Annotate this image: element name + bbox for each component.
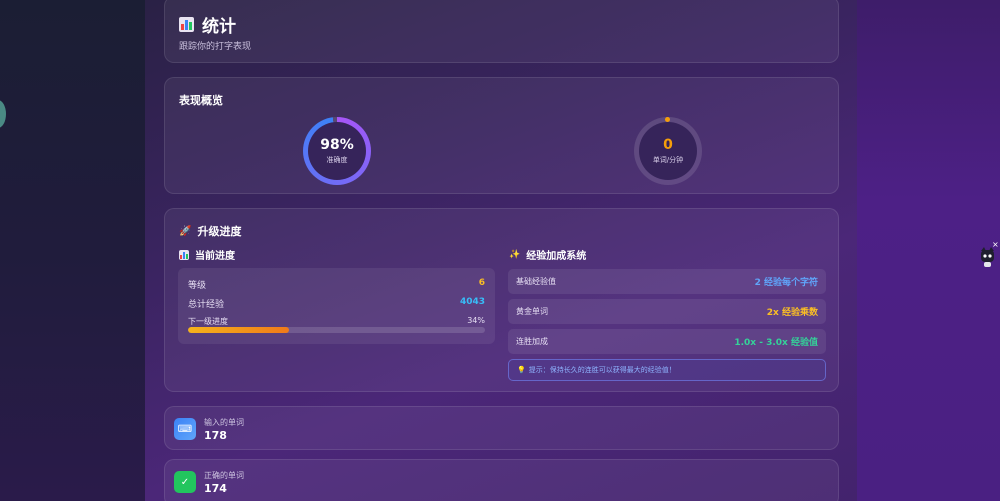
rocket-icon: 🚀 bbox=[179, 225, 192, 237]
words-typed-label: 输入的单词 bbox=[204, 418, 244, 427]
checkmark-icon: ✓ bbox=[174, 471, 196, 493]
xp-bonus-value: 2 经验每个字符 bbox=[754, 278, 818, 288]
accuracy-label: 准确度 bbox=[326, 155, 348, 164]
page-title: 统计 bbox=[179, 12, 236, 37]
page-subtitle: 跟踪你的打字表现 bbox=[179, 42, 252, 52]
words-typed-card: ⌨ 输入的单词 178 bbox=[164, 406, 839, 450]
total-xp-row: 总计经验 4043 bbox=[188, 297, 485, 310]
next-level-progress-fill bbox=[188, 327, 289, 333]
level-progress-title: 🚀 升级进度 bbox=[179, 223, 241, 239]
xp-bonus-label: 基础经验值 bbox=[516, 277, 556, 286]
performance-overview-card: 表现概览 98% 准确度 0 单词/分钟 bbox=[164, 77, 839, 194]
xp-bonus-value: 1.0x - 3.0x 经验值 bbox=[734, 338, 818, 348]
xp-tip: 💡 提示：保持长久的连胜可以获得最大的经验值！ bbox=[508, 359, 826, 381]
xp-bonus-row: 基础经验值 2 经验每个字符 bbox=[508, 269, 826, 294]
stats-header-card: 统计 跟踪你的打字表现 bbox=[164, 0, 839, 63]
wpm-ring: 0 单词/分钟 bbox=[634, 117, 702, 185]
next-level-percent: 34% bbox=[467, 316, 485, 325]
accuracy-value: 98% bbox=[320, 136, 354, 153]
page-title-text: 统计 bbox=[202, 17, 236, 37]
sparkle-icon: ✨ bbox=[509, 249, 521, 260]
bar-chart-icon bbox=[179, 17, 194, 32]
level-value: 6 bbox=[478, 278, 485, 288]
current-progress-box: 等级 6 总计经验 4043 下一级进度 34% bbox=[178, 268, 495, 344]
total-xp-label: 总计经验 bbox=[188, 300, 225, 310]
right-background bbox=[857, 0, 1000, 501]
wpm-ring-indicator bbox=[665, 117, 670, 122]
xp-bonus-label: 连胜加成 bbox=[516, 337, 548, 346]
next-level-label: 下一级进度 bbox=[188, 317, 228, 326]
xp-bonus-title-text: 经验加成系统 bbox=[526, 251, 587, 262]
current-progress-title-text: 当前进度 bbox=[195, 251, 235, 262]
left-background bbox=[0, 0, 145, 501]
level-progress-title-text: 升级进度 bbox=[197, 225, 242, 238]
correct-words-value: 174 bbox=[204, 482, 227, 495]
xp-bonus-title: ✨ 经验加成系统 bbox=[509, 247, 587, 263]
bar-chart-icon bbox=[179, 249, 189, 260]
level-progress-card: 🚀 升级进度 当前进度 等级 6 总计经验 4043 下一级进度 34% ✨ 经… bbox=[164, 208, 839, 392]
level-label: 等级 bbox=[188, 281, 207, 291]
next-level-row: 下一级进度 34% bbox=[188, 316, 485, 327]
correct-words-label: 正确的单词 bbox=[204, 471, 244, 480]
accuracy-ring: 98% 准确度 bbox=[303, 117, 371, 185]
wpm-label: 单词/分钟 bbox=[652, 155, 684, 164]
current-progress-title: 当前进度 bbox=[179, 247, 235, 262]
xp-bonus-label: 黄金单词 bbox=[516, 307, 548, 316]
overview-title: 表现概览 bbox=[179, 94, 223, 107]
wpm-value: 0 bbox=[663, 136, 673, 153]
xp-tip-text: 提示：保持长久的连胜可以获得最大的经验值！ bbox=[528, 366, 676, 374]
lightbulb-icon: 💡 bbox=[517, 366, 526, 374]
cat-mascot-icon[interactable] bbox=[980, 247, 995, 269]
xp-bonus-row: 黄金单词 2x 经验乘数 bbox=[508, 299, 826, 324]
xp-bonus-value: 2x 经验乘数 bbox=[766, 308, 818, 318]
total-xp-value: 4043 bbox=[459, 297, 485, 307]
correct-words-card: ✓ 正确的单词 174 bbox=[164, 459, 839, 501]
words-typed-value: 178 bbox=[204, 429, 227, 442]
level-row: 等级 6 bbox=[188, 278, 485, 291]
keyboard-icon: ⌨ bbox=[174, 418, 196, 440]
next-level-progress-bar bbox=[188, 327, 485, 333]
xp-bonus-row: 连胜加成 1.0x - 3.0x 经验值 bbox=[508, 329, 826, 354]
